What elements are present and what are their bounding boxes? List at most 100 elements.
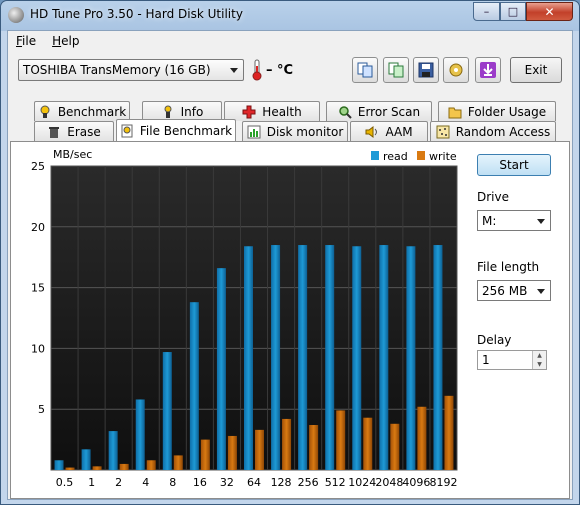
folder-icon [448,107,462,118]
write-bar [417,406,427,470]
file-length-value: 256 MB [482,284,528,298]
x-tick-label: 1024 [348,476,376,489]
drive-letter-dropdown[interactable]: M: [477,210,551,231]
random-access-icon [436,125,450,138]
read-bar [54,460,64,470]
write-bar [336,410,346,470]
read-bar [135,399,145,470]
tab-erase[interactable]: Erase [34,121,114,141]
legend-write-label: write [429,150,457,163]
write-bar [200,439,210,470]
file-benchmark-panel: 5 10 15 20 25 MB/sec read write 0.5 1 2 4 8 16 32 64 128… [10,141,570,499]
read-bar [189,302,199,470]
benchmark-chart: 5 10 15 20 25 MB/sec read write 0.5 1 2 4 8 16 32 64 128… [13,144,473,496]
chevron-down-icon [537,219,545,224]
write-bar [363,417,373,470]
chevron-down-icon [537,289,545,294]
save-icon [418,62,434,78]
menu-help[interactable]: Help [44,31,87,51]
file-length-dropdown[interactable]: 256 MB [477,280,551,301]
tab-aam[interactable]: AAM [350,121,428,141]
legend-read-swatch [371,151,379,160]
x-tick-label: 0.5 [56,476,74,489]
y-tick-label: 10 [31,342,45,355]
write-bar [390,423,400,470]
app-window: HD Tune Pro 3.50 - Hard Disk Utility – □… [0,0,580,505]
tab-random-access[interactable]: Random Access [430,121,556,141]
save-button[interactable] [413,57,439,83]
read-bar [352,246,362,470]
menu-file[interactable]: File [8,31,44,51]
x-tick-label: 256 [298,476,319,489]
read-bar [298,245,308,470]
tab-info[interactable]: Info [142,101,222,121]
menu-file-label: ile [22,34,37,48]
maximize-button[interactable]: □ [500,2,526,21]
read-bar [406,246,416,470]
legend-write-swatch [417,151,425,160]
menu-bar: File Help [8,31,572,51]
write-bar [119,463,129,470]
legend-read-label: read [383,150,408,163]
copy-screen-button[interactable] [383,57,409,83]
spinner-arrows[interactable]: ▲ ▼ [532,351,546,369]
download-button[interactable] [475,57,501,83]
tab-benchmark[interactable]: Benchmark [34,101,130,121]
write-bar [65,467,75,470]
monitor-chart-icon [247,125,261,138]
tab-folder-usage-label: Folder Usage [467,104,547,119]
write-bar [444,395,454,470]
tab-health[interactable]: Health [224,101,320,121]
copy-info-button[interactable] [352,57,378,83]
speaker-icon [365,125,378,138]
magnifier-icon [339,105,352,119]
benchmark-chart-svg: 5 10 15 20 25 MB/sec read write 0.5 1 2 4 8 16 32 64 128… [31,148,458,489]
tab-disk-monitor[interactable]: Disk monitor [242,121,348,141]
x-tick-label: 16 [193,476,207,489]
write-bar [173,455,183,470]
benchmark-icon [40,105,50,118]
tab-error-scan-label: Error Scan [357,104,421,119]
copy-info-icon [357,62,373,78]
benchmark-settings: Start Drive M: File length 256 MB Delay … [477,142,567,494]
y-axis-label: MB/sec [53,148,92,161]
read-bar [108,431,118,470]
health-cross-icon [242,105,256,118]
delay-spinner[interactable]: 1 ▲ ▼ [477,350,547,370]
tab-folder-usage[interactable]: Folder Usage [438,101,556,121]
chevron-down-icon [230,68,238,73]
read-bar [325,245,335,470]
close-button[interactable]: ✕ [526,2,573,21]
minimize-button[interactable]: – [473,2,500,21]
tab-random-access-label: Random Access [455,124,551,139]
x-tick-label: 4 [142,476,149,489]
y-tick-label: 5 [38,403,45,416]
x-tick-label: 4096 [402,476,430,489]
x-tick-label: 2048 [375,476,403,489]
tab-error-scan[interactable]: Error Scan [326,101,432,121]
tab-file-benchmark[interactable]: File Benchmark [116,119,236,141]
app-icon [8,7,24,23]
read-bar [379,245,389,470]
x-tick-label: 8 [169,476,176,489]
options-button[interactable] [443,57,469,83]
exit-button[interactable]: Exit [510,57,562,83]
x-tick-label: 2 [115,476,122,489]
drive-dropdown[interactable]: TOSHIBA TransMemory (16 GB) [18,59,244,81]
download-icon [480,62,496,78]
y-tick-label: 20 [31,221,45,234]
x-tick-label: 128 [271,476,292,489]
tab-health-label: Health [262,104,302,119]
client-area: File Help TOSHIBA TransMemory (16 GB) – … [7,30,573,500]
title-bar[interactable]: HD Tune Pro 3.50 - Hard Disk Utility – □… [1,1,579,29]
tab-erase-label: Erase [67,124,101,139]
x-tick-label: 32 [220,476,234,489]
options-icon [449,63,463,77]
start-button[interactable]: Start [477,154,551,176]
x-tick-label: 512 [325,476,346,489]
write-bar [282,418,292,470]
x-tick-label: 8192 [429,476,457,489]
read-bar [433,245,443,470]
delay-value: 1 [482,353,490,367]
file-benchmark-icon [121,124,133,137]
